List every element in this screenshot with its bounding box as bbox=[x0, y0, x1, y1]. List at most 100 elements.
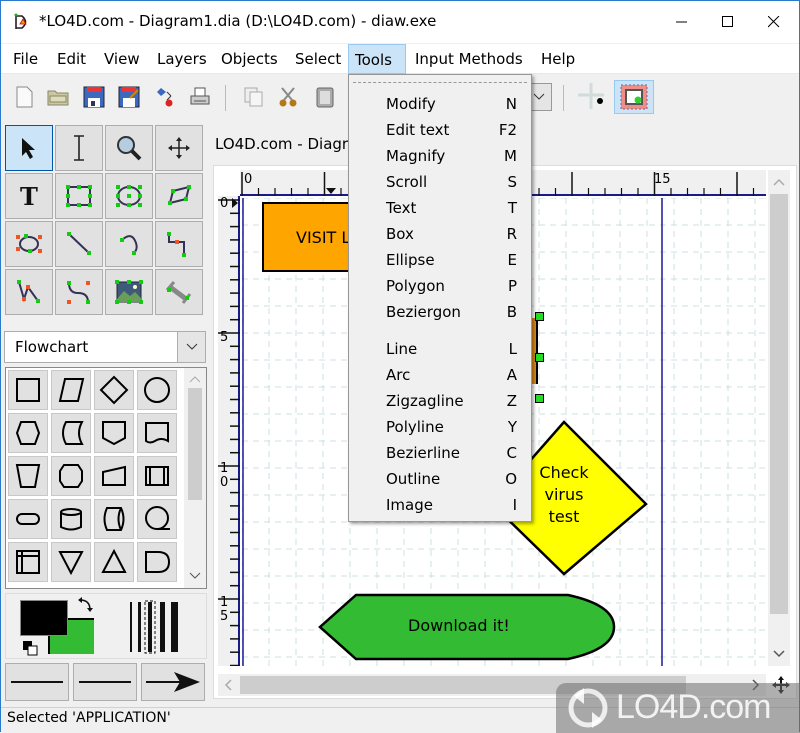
sheet-dropdown-button[interactable] bbox=[177, 332, 205, 362]
menu-item-polygon[interactable]: Polygon P bbox=[349, 273, 531, 299]
menu-item-ellipse[interactable]: Ellipse E bbox=[349, 247, 531, 273]
copy-button[interactable] bbox=[241, 83, 267, 111]
tool-box[interactable] bbox=[55, 173, 103, 219]
menu-select[interactable]: Select bbox=[289, 44, 347, 74]
paste-button[interactable] bbox=[312, 83, 338, 111]
shapes-scrollbar[interactable] bbox=[184, 368, 206, 588]
menu-item-accelerator: L bbox=[508, 340, 517, 358]
new-button[interactable] bbox=[11, 83, 37, 111]
end-arrow-button[interactable] bbox=[141, 663, 205, 701]
tool-ellipse[interactable] bbox=[105, 173, 153, 219]
swap-colors-icon[interactable] bbox=[76, 596, 96, 618]
shape-parallelogram[interactable] bbox=[51, 370, 91, 410]
menu-item-magnify[interactable]: Magnify M bbox=[349, 143, 531, 169]
menu-item-label: Magnify bbox=[386, 147, 446, 165]
maximize-button[interactable] bbox=[705, 1, 751, 43]
selection-handle[interactable] bbox=[535, 312, 544, 321]
tool-line[interactable] bbox=[55, 221, 103, 267]
shape-delay[interactable] bbox=[137, 542, 177, 582]
shape-box[interactable] bbox=[8, 370, 48, 410]
line-width-selector[interactable] bbox=[124, 600, 194, 654]
snap-to-grid-toggle[interactable] bbox=[575, 83, 611, 111]
menu-view[interactable]: View bbox=[98, 44, 146, 74]
menu-item-scroll[interactable]: Scroll S bbox=[349, 169, 531, 195]
stored-data-shape-icon bbox=[62, 421, 84, 445]
tool-bezierline[interactable] bbox=[55, 269, 103, 315]
menu-item-edit-text[interactable]: Edit text F2 bbox=[349, 117, 531, 143]
zigzagline-icon bbox=[167, 232, 186, 257]
shape-circle[interactable] bbox=[137, 370, 177, 410]
tool-outline[interactable] bbox=[155, 269, 203, 315]
object-snap-toggle[interactable] bbox=[614, 80, 654, 114]
predefined-process-shape-icon bbox=[145, 466, 169, 486]
save-as-button[interactable] bbox=[116, 83, 142, 111]
shape-manual-input[interactable] bbox=[94, 456, 134, 496]
menu-tearoff[interactable] bbox=[353, 82, 527, 83]
menu-item-zigzagline[interactable]: Zigzagline Z bbox=[349, 388, 531, 414]
tool-arc[interactable] bbox=[105, 221, 153, 267]
menu-item-modify[interactable]: Modify N bbox=[349, 91, 531, 117]
start-arrow-button[interactable] bbox=[5, 663, 69, 701]
menu-item-label: Ellipse bbox=[386, 251, 435, 269]
sheet-selector[interactable]: Flowchart bbox=[4, 331, 206, 363]
shape-extract[interactable] bbox=[94, 542, 134, 582]
shape-manual-op[interactable] bbox=[8, 456, 48, 496]
export-button[interactable] bbox=[153, 83, 179, 111]
close-button[interactable] bbox=[751, 1, 797, 43]
shape-sequential[interactable] bbox=[137, 499, 177, 539]
print-button[interactable] bbox=[187, 83, 213, 111]
tool-modify[interactable] bbox=[5, 125, 53, 171]
tool-beziergon[interactable] bbox=[5, 221, 53, 267]
menu-item-image[interactable]: Image I bbox=[349, 492, 531, 518]
vertical-scrollbar-thumb[interactable] bbox=[770, 194, 788, 614]
menu-layers[interactable]: Layers bbox=[151, 44, 213, 74]
tool-polygon[interactable] bbox=[155, 173, 203, 219]
shapes-scrollbar-thumb[interactable] bbox=[188, 388, 202, 500]
open-button[interactable] bbox=[45, 83, 71, 111]
menu-objects[interactable]: Objects bbox=[215, 44, 284, 74]
tool-scroll[interactable] bbox=[155, 125, 203, 171]
shape-document[interactable] bbox=[137, 413, 177, 453]
lo4d-logo-icon bbox=[568, 688, 608, 728]
selection-handle[interactable] bbox=[535, 394, 544, 403]
shape-stored-data[interactable] bbox=[51, 413, 91, 453]
shape-predefined[interactable] bbox=[137, 456, 177, 496]
tool-image[interactable] bbox=[105, 269, 153, 315]
menu-item-arc[interactable]: Arc A bbox=[349, 362, 531, 388]
menu-item-polyline[interactable]: Polyline Y bbox=[349, 414, 531, 440]
save-button[interactable] bbox=[81, 83, 107, 111]
menu-input-methods[interactable]: Input Methods bbox=[409, 44, 529, 74]
shape-terminator[interactable] bbox=[8, 499, 48, 539]
menu-item-line[interactable]: Line L bbox=[349, 336, 531, 362]
shape-direct-data[interactable] bbox=[94, 499, 134, 539]
shape-merge[interactable] bbox=[51, 542, 91, 582]
default-colors-icon[interactable] bbox=[22, 640, 40, 658]
menu-item-bezierline[interactable]: Bezierline C bbox=[349, 440, 531, 466]
menu-item-beziergon[interactable]: Beziergon B bbox=[349, 299, 531, 325]
foreground-color-swatch[interactable] bbox=[20, 600, 68, 636]
tool-polyline[interactable] bbox=[5, 269, 53, 315]
menu-item-outline[interactable]: Outline O bbox=[349, 466, 531, 492]
tool-text[interactable]: T bbox=[5, 173, 53, 219]
tool-magnify[interactable] bbox=[105, 125, 153, 171]
selection-handle[interactable] bbox=[535, 353, 544, 362]
cut-button[interactable] bbox=[275, 83, 301, 111]
shape-cylinder[interactable] bbox=[51, 499, 91, 539]
minimize-button[interactable] bbox=[659, 1, 705, 43]
shape-diamond[interactable] bbox=[94, 370, 134, 410]
menu-file[interactable]: File bbox=[7, 44, 44, 74]
shape-preparation[interactable] bbox=[8, 413, 48, 453]
shape-internal-storage[interactable] bbox=[8, 542, 48, 582]
menu-edit[interactable]: Edit bbox=[51, 44, 92, 74]
menu-item-text[interactable]: Text T bbox=[349, 195, 531, 221]
shape-terminal-hex[interactable] bbox=[51, 456, 91, 496]
tool-zigzagline[interactable] bbox=[155, 221, 203, 267]
line-style-button[interactable] bbox=[73, 663, 137, 701]
menu-help[interactable]: Help bbox=[535, 44, 581, 74]
tool-text-edit[interactable] bbox=[55, 125, 103, 171]
image-icon bbox=[115, 280, 143, 304]
menu-item-box[interactable]: Box R bbox=[349, 221, 531, 247]
menu-tools[interactable]: Tools bbox=[348, 44, 406, 74]
canvas-vertical-scrollbar[interactable] bbox=[768, 170, 790, 666]
shape-off-page[interactable] bbox=[94, 413, 134, 453]
